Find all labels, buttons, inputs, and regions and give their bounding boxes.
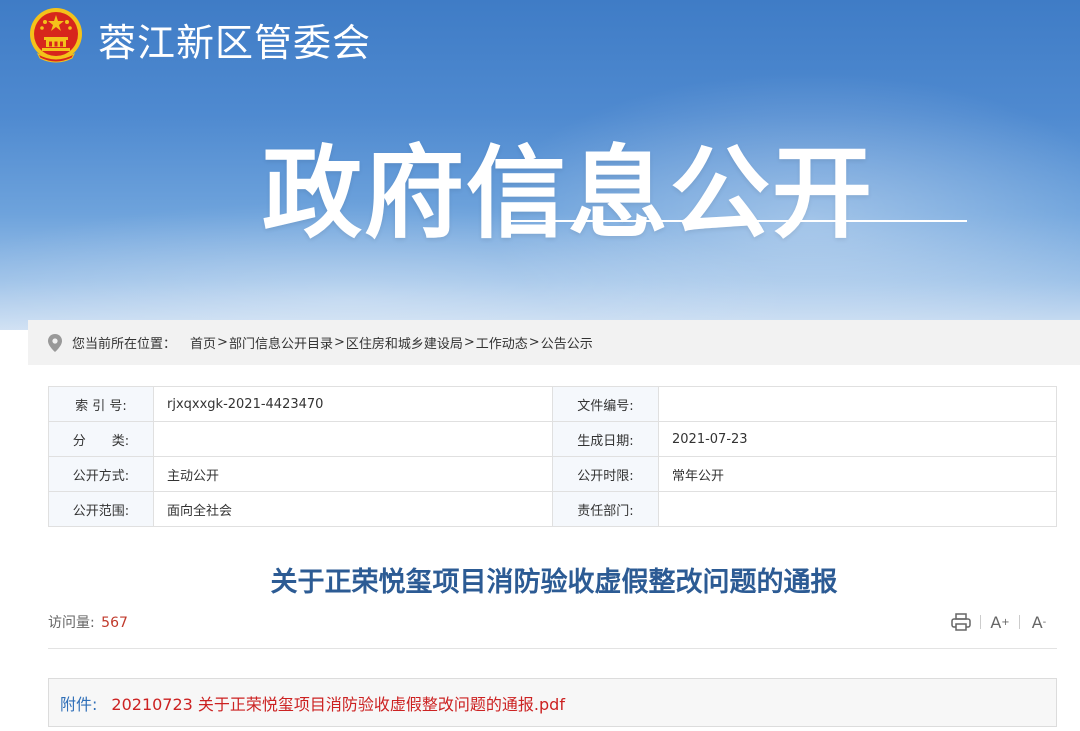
visit-count-value: 567 xyxy=(101,615,128,631)
visit-count: 访问量: 567 xyxy=(48,612,128,632)
index-number-label: 索 引 号: xyxy=(48,386,154,422)
responsible-dept-value xyxy=(658,491,1057,527)
breadcrumb: 您当前所在位置： 首页 > 部门信息公开目录 > 区住房和城乡建设局 > 工作动… xyxy=(28,320,1080,365)
breadcrumb-separator: > xyxy=(528,335,540,350)
banner-title-underline xyxy=(502,220,967,222)
table-row: 公开范围: 面向全社会 责任部门: xyxy=(48,491,1057,527)
document-title: 关于正荣悦玺项目消防验收虚假整改问题的通报 xyxy=(270,567,838,598)
table-row: 索 引 号: rjxqxxgk-2021-4423470 文件编号: xyxy=(48,386,1057,422)
document-number-value xyxy=(658,386,1057,422)
breadcrumb-separator: > xyxy=(333,335,345,350)
disclosure-method-label: 公开方式: xyxy=(48,456,154,492)
banner-title: 政府信息公开 xyxy=(262,135,874,252)
breadcrumb-announcements[interactable]: 公告公示 xyxy=(541,333,593,352)
breadcrumb-dept-directory[interactable]: 部门信息公开目录 xyxy=(229,333,333,352)
disclosure-period-label: 公开时限: xyxy=(552,456,659,492)
index-number-value: rjxqxxgk-2021-4423470 xyxy=(153,386,553,422)
content-panel: 您当前所在位置： 首页 > 部门信息公开目录 > 区住房和城乡建设局 > 工作动… xyxy=(28,320,1080,731)
visit-count-label: 访问量: xyxy=(48,615,95,631)
category-value xyxy=(153,421,553,457)
font-decrease-letter: A xyxy=(1031,612,1043,632)
attachment-box: 附件: 20210723 关于正荣悦玺项目消防验收虚假整改问题的通报.pdf xyxy=(48,678,1057,727)
breadcrumb-prefix: 您当前所在位置： xyxy=(72,337,177,352)
breadcrumb-housing-bureau[interactable]: 区住房和城乡建设局 xyxy=(346,333,463,352)
breadcrumb-separator: > xyxy=(217,335,228,350)
document-info-table: 索 引 号: rjxqxxgk-2021-4423470 文件编号: 分 类: … xyxy=(48,386,1057,527)
date-value: 2021-07-23 xyxy=(658,421,1057,457)
site-name[interactable]: 蓉江新区管委会 xyxy=(98,12,371,67)
font-increase-letter: A xyxy=(990,612,1002,632)
category-label: 分 类: xyxy=(48,421,154,457)
font-decrease-sign: - xyxy=(1042,616,1047,628)
date-label: 生成日期: xyxy=(552,421,659,457)
breadcrumb-home[interactable]: 首页 xyxy=(190,333,216,352)
location-pin-icon xyxy=(48,333,62,352)
article-tools: A + A- xyxy=(942,610,1058,634)
responsible-dept-label: 责任部门: xyxy=(552,491,659,527)
disclosure-scope-label: 公开范围: xyxy=(48,491,154,527)
font-decrease-button[interactable]: A- xyxy=(1020,610,1058,634)
attachment-link[interactable]: 20210723 关于正荣悦玺项目消防验收虚假整改问题的通报.pdf xyxy=(111,691,565,715)
table-row: 分 类: 生成日期: 2021-07-23 xyxy=(48,421,1057,457)
table-row: 公开方式: 主动公开 公开时限: 常年公开 xyxy=(48,456,1057,492)
breadcrumb-work-news[interactable]: 工作动态 xyxy=(476,333,528,352)
disclosure-method-value: 主动公开 xyxy=(153,456,553,492)
disclosure-period-value: 常年公开 xyxy=(658,456,1057,492)
printer-icon xyxy=(951,613,971,631)
banner: 蓉江新区管委会 政府信息公开 xyxy=(0,0,1080,330)
font-increase-button[interactable]: A + xyxy=(981,610,1019,634)
national-emblem-icon xyxy=(30,8,82,63)
breadcrumb-separator: > xyxy=(463,335,475,350)
font-increase-sign: + xyxy=(1001,616,1010,628)
disclosure-scope-value: 面向全社会 xyxy=(153,491,553,527)
document-number-label: 文件编号: xyxy=(552,386,659,422)
divider xyxy=(48,648,1057,649)
print-button[interactable] xyxy=(942,610,980,634)
attachment-label: 附件: xyxy=(60,694,98,714)
